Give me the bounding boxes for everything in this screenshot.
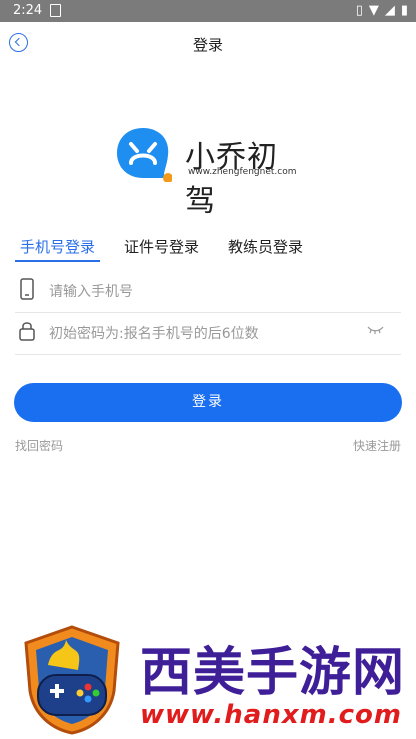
phone-field[interactable]: 请输入手机号 (15, 268, 401, 313)
watermark-url: www.hanxm.com (140, 700, 402, 730)
phone-icon (20, 278, 34, 300)
wifi-icon: ▼ (368, 3, 379, 18)
status-bar: 2:24 ▯ ▼ ◢ ▮ (0, 0, 416, 22)
phone-input[interactable]: 请输入手机号 (49, 281, 133, 301)
gamepad-shield-icon (24, 625, 120, 735)
password-input[interactable]: 初始密码为:报名手机号的后6位数 (49, 323, 259, 343)
tab-id-login[interactable]: 证件号登录 (119, 236, 204, 262)
tab-coach-login[interactable]: 教练员登录 (223, 236, 308, 262)
password-field[interactable]: 初始密码为:报名手机号的后6位数 (15, 310, 401, 355)
status-time: 2:24 (13, 3, 43, 18)
battery-icon: ▮ (400, 3, 408, 18)
app-header: 登录 (0, 22, 416, 66)
lock-icon (19, 322, 35, 341)
signal-icon: ◢ (384, 3, 395, 18)
watermark-title: 西美手游网 (140, 643, 406, 703)
status-icons: ▯ ▼ ◢ ▮ (356, 3, 408, 18)
tab-phone-login[interactable]: 手机号登录 (15, 236, 101, 262)
login-button[interactable]: 登录 (14, 383, 402, 422)
logo-mark-icon (117, 128, 172, 182)
register-link[interactable]: 快速注册 (353, 437, 401, 454)
app-url: www.zhengfengnet.com (188, 167, 297, 177)
login-tabs: 手机号登录 证件号登录 教练员登录 (15, 236, 401, 264)
eye-closed-icon[interactable] (367, 325, 384, 335)
vibrate-icon: ▯ (355, 3, 363, 18)
notification-icon (50, 4, 61, 17)
page-title: 登录 (192, 36, 223, 54)
forgot-password-link[interactable]: 找回密码 (15, 437, 63, 454)
watermark: 西美手游网 www.hanxm.com (0, 625, 416, 739)
app-logo: 小乔初驾 www.zhengfengnet.com (115, 125, 305, 219)
